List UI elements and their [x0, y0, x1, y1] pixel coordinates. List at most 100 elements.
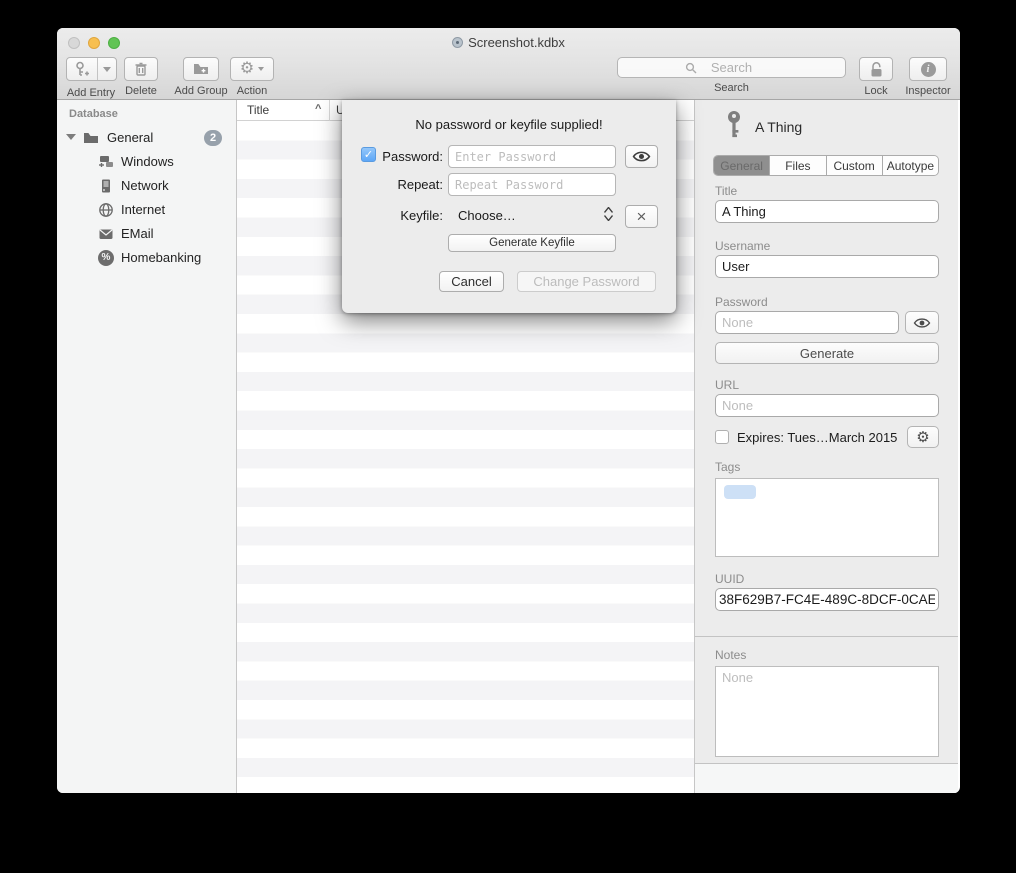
- change-password-button[interactable]: Change Password: [517, 271, 656, 292]
- close-x-icon: ×: [637, 208, 647, 225]
- toolbar-item-search: Search: [617, 57, 846, 94]
- uuid-field[interactable]: [715, 588, 939, 611]
- expires-settings-button[interactable]: ⚙: [907, 426, 939, 448]
- sidebar-item-label: General: [107, 126, 153, 150]
- stepper-icon[interactable]: [604, 207, 613, 221]
- chevron-down-icon: [258, 67, 264, 71]
- toolbar-item-delete: Delete: [120, 57, 162, 97]
- app-window: Screenshot.kdbx Add Entry Delete Add: [57, 28, 960, 793]
- sidebar-item-general[interactable]: General 2: [57, 126, 236, 150]
- sidebar-item-windows[interactable]: Windows: [57, 150, 236, 174]
- disclosure-triangle-icon[interactable]: [66, 134, 76, 140]
- change-password-sheet: No password or keyfile supplied! ✓ Passw…: [342, 100, 676, 313]
- globe-icon: [98, 202, 114, 218]
- sidebar-item-label: Internet: [121, 198, 165, 222]
- toolbar-item-action: ⚙ Action: [229, 57, 275, 97]
- sidebar-item-label: Homebanking: [121, 246, 201, 270]
- enter-password-input[interactable]: [448, 145, 616, 168]
- lock-label: Lock: [857, 85, 895, 97]
- delete-label: Delete: [120, 85, 162, 97]
- sidebar-item-homebanking[interactable]: % Homebanking: [57, 246, 236, 270]
- cancel-button-label: Cancel: [451, 274, 491, 289]
- titlebar: Screenshot.kdbx: [57, 35, 960, 50]
- generate-password-button[interactable]: Generate: [715, 342, 939, 364]
- folder-plus-icon: [192, 61, 210, 77]
- inspector-panel: A Thing General Files Custom Autotype Ti…: [694, 100, 958, 793]
- column-divider[interactable]: [329, 100, 330, 121]
- info-icon: i: [921, 62, 936, 77]
- title-field-label: Title: [715, 184, 737, 198]
- add-group-button[interactable]: [183, 57, 219, 81]
- inspector-footer: [695, 764, 958, 793]
- keyfile-popup[interactable]: Choose…: [458, 208, 516, 223]
- tab-custom[interactable]: Custom: [826, 156, 882, 175]
- tab-general[interactable]: General: [714, 156, 769, 175]
- search-input[interactable]: [617, 57, 846, 78]
- windows-network-icon: [98, 154, 114, 170]
- toolbar-item-inspector: i Inspector: [903, 57, 953, 97]
- tab-autotype[interactable]: Autotype: [882, 156, 938, 175]
- sidebar-item-label: Windows: [121, 150, 174, 174]
- sidebar-item-label: EMail: [121, 222, 154, 246]
- generate-button-label: Generate: [800, 346, 854, 361]
- delete-button[interactable]: [124, 57, 158, 81]
- password-field[interactable]: [715, 311, 899, 334]
- trash-icon: [133, 61, 149, 78]
- change-password-label: Change Password: [533, 274, 639, 289]
- password-field-label: Password: [715, 295, 768, 309]
- column-header-title[interactable]: Title: [247, 103, 269, 117]
- repeat-password-input[interactable]: [448, 173, 616, 196]
- eye-icon: [913, 317, 931, 329]
- uuid-label: UUID: [715, 572, 744, 586]
- lock-button[interactable]: [859, 57, 893, 81]
- key-plus-icon[interactable]: [67, 58, 97, 80]
- add-entry-label: Add Entry: [63, 87, 119, 99]
- reveal-password-button[interactable]: [625, 145, 658, 168]
- show-password-button[interactable]: [905, 311, 939, 334]
- sidebar-item-email[interactable]: EMail: [57, 222, 236, 246]
- action-label: Action: [229, 85, 275, 97]
- search-label: Search: [617, 82, 846, 94]
- tag-pill[interactable]: [724, 485, 756, 499]
- chevron-down-icon: [103, 67, 111, 72]
- sidebar-section-header: Database: [69, 108, 118, 120]
- generate-keyfile-button[interactable]: Generate Keyfile: [448, 234, 616, 252]
- gear-icon: ⚙: [240, 61, 254, 77]
- tags-box[interactable]: [715, 478, 939, 557]
- url-field[interactable]: [715, 394, 939, 417]
- search-icon: [685, 62, 697, 74]
- title-field[interactable]: [715, 200, 939, 223]
- clear-keyfile-button[interactable]: ×: [625, 205, 658, 228]
- action-button[interactable]: ⚙: [230, 57, 274, 81]
- username-field-label: Username: [715, 239, 770, 253]
- username-field[interactable]: [715, 255, 939, 278]
- toolbar-item-add-entry: Add Entry: [63, 57, 119, 99]
- keyfile-label: Keyfile:: [342, 208, 443, 223]
- add-entry-dropdown[interactable]: [97, 58, 116, 80]
- add-entry-button[interactable]: [66, 57, 117, 81]
- sidebar-item-network[interactable]: Network: [57, 174, 236, 198]
- expires-label: Expires: Tues…March 2015: [737, 430, 897, 445]
- add-group-label: Add Group: [169, 85, 233, 97]
- sidebar-item-label: Network: [121, 174, 169, 198]
- sheet-message: No password or keyfile supplied!: [342, 117, 676, 132]
- expires-checkbox[interactable]: [715, 430, 729, 444]
- sort-ascending-icon: ^: [315, 103, 321, 115]
- window-title: Screenshot.kdbx: [468, 35, 565, 50]
- tags-label: Tags: [715, 460, 740, 474]
- repeat-label: Repeat:: [342, 177, 443, 192]
- generate-keyfile-label: Generate Keyfile: [489, 237, 575, 249]
- inspector-label: Inspector: [903, 85, 953, 97]
- tab-files[interactable]: Files: [769, 156, 825, 175]
- sidebar: Database General 2 Windows Network Inter…: [57, 100, 237, 793]
- toolbar-item-lock: Lock: [857, 57, 895, 97]
- key-icon: [723, 110, 745, 142]
- notes-label: Notes: [715, 648, 746, 662]
- notes-field[interactable]: [715, 666, 939, 757]
- gear-icon: ⚙: [916, 430, 929, 445]
- sidebar-item-internet[interactable]: Internet: [57, 198, 236, 222]
- document-icon: [452, 37, 463, 48]
- envelope-icon: [98, 226, 114, 242]
- cancel-button[interactable]: Cancel: [439, 271, 504, 292]
- inspector-button[interactable]: i: [909, 57, 947, 81]
